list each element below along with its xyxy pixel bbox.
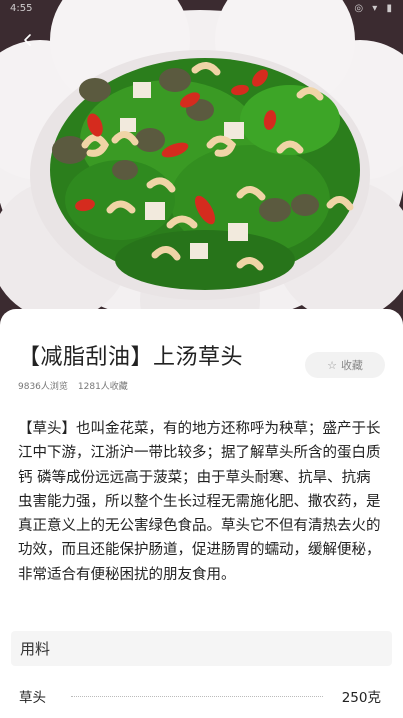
back-button[interactable] <box>14 26 42 54</box>
ingredient-name: 草头 <box>19 690 46 706</box>
recipe-description: 【草头】也叫金花菜，有的地方还称呼为秧草；盛产于长江中下游，江浙沪一带比较多；据… <box>18 421 381 583</box>
dotted-leader <box>71 696 323 697</box>
chevron-left-icon <box>24 34 31 46</box>
recipe-stats: 9836人浏览 1281人收藏 <box>18 379 128 392</box>
views-count: 9836人浏览 <box>18 382 68 392</box>
collect-label: 收藏 <box>340 359 363 372</box>
recipe-title: 【减脂刮油】上汤草头 <box>18 345 244 370</box>
collect-button[interactable]: ☆ 收藏 <box>305 352 385 378</box>
ingredient-row: 草头 250克 <box>19 686 381 708</box>
ingredients-title: 用料 <box>20 640 51 658</box>
dish-illustration <box>0 0 403 330</box>
status-bar: 4:55 ◎ ▾ ▮ <box>0 0 403 20</box>
favorites-count: 1281人收藏 <box>77 382 128 392</box>
recipe-card: 【减脂刮油】上汤草头 ☆ 收藏 9836人浏览 1281人收藏 【草头】也叫金花菜… <box>0 309 403 718</box>
status-icons: ◎ ▾ ▮ <box>354 3 395 14</box>
ingredient-amount: 250克 <box>341 690 381 706</box>
star-outline-icon: ☆ <box>327 358 337 372</box>
recipe-photo: 4:55 ◎ ▾ ▮ <box>0 0 403 330</box>
status-time: 4:55 <box>10 3 33 14</box>
ingredients-header: 用料 <box>11 631 392 666</box>
